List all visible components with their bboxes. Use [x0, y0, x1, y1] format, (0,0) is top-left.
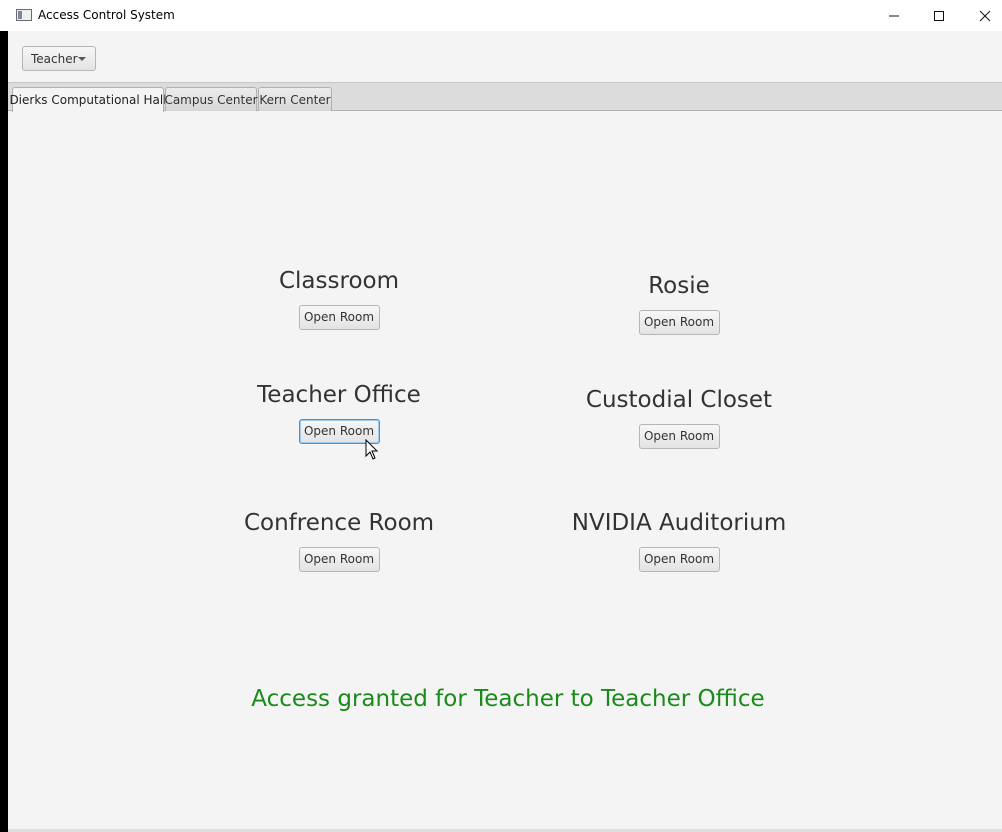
close-button[interactable] — [962, 0, 1002, 31]
room-confrence-room: Confrence Room Open Room — [189, 509, 489, 572]
mouse-pointer-icon — [365, 439, 379, 460]
room-title: Custodial Closet — [585, 387, 773, 413]
minimize-button[interactable] — [871, 0, 917, 31]
minimize-icon — [889, 15, 899, 16]
building-tabs: Dierks Computational Hall Campus Center … — [8, 83, 1002, 112]
close-icon — [979, 10, 991, 21]
open-room-button[interactable]: Open Room — [638, 310, 720, 335]
room-title: Rosie — [648, 273, 710, 299]
open-room-button[interactable]: Open Room — [638, 424, 720, 449]
room-rosie: Rosie Open Room — [529, 272, 829, 335]
room-custodial-closet: Custodial Closet Open Room — [529, 386, 829, 449]
open-room-button[interactable]: Open Room — [298, 305, 380, 330]
room-title: Confrence Room — [243, 510, 435, 536]
tab-kern-center[interactable]: Kern Center — [258, 87, 332, 111]
open-room-button[interactable]: Open Room — [298, 547, 380, 572]
room-classroom: Classroom Open Room — [189, 267, 489, 330]
room-title: Teacher Office — [257, 382, 421, 408]
maximize-icon — [934, 10, 944, 21]
title-bar: Access Control System — [0, 0, 1002, 31]
app-window-icon — [16, 9, 32, 21]
chevron-down-icon — [78, 57, 86, 61]
room-title: NVIDIA Auditorium — [571, 510, 787, 536]
role-dropdown-label: Teacher — [31, 51, 78, 66]
tab-dierks-computational-hall[interactable]: Dierks Computational Hall — [9, 87, 167, 112]
toolbar: Teacher — [8, 31, 1002, 83]
status-message: Access granted for Teacher to Teacher Of… — [251, 686, 765, 712]
window-edge — [0, 31, 8, 832]
room-nvidia-auditorium: NVIDIA Auditorium Open Room — [529, 509, 829, 572]
maximize-button[interactable] — [916, 0, 962, 31]
role-dropdown[interactable]: Teacher — [22, 46, 96, 71]
window-title: Access Control System — [38, 8, 175, 22]
room-teacher-office: Teacher Office Open Room — [189, 381, 489, 444]
open-room-button[interactable]: Open Room — [638, 547, 720, 572]
tab-campus-center[interactable]: Campus Center — [164, 87, 258, 111]
room-title: Classroom — [278, 268, 399, 294]
